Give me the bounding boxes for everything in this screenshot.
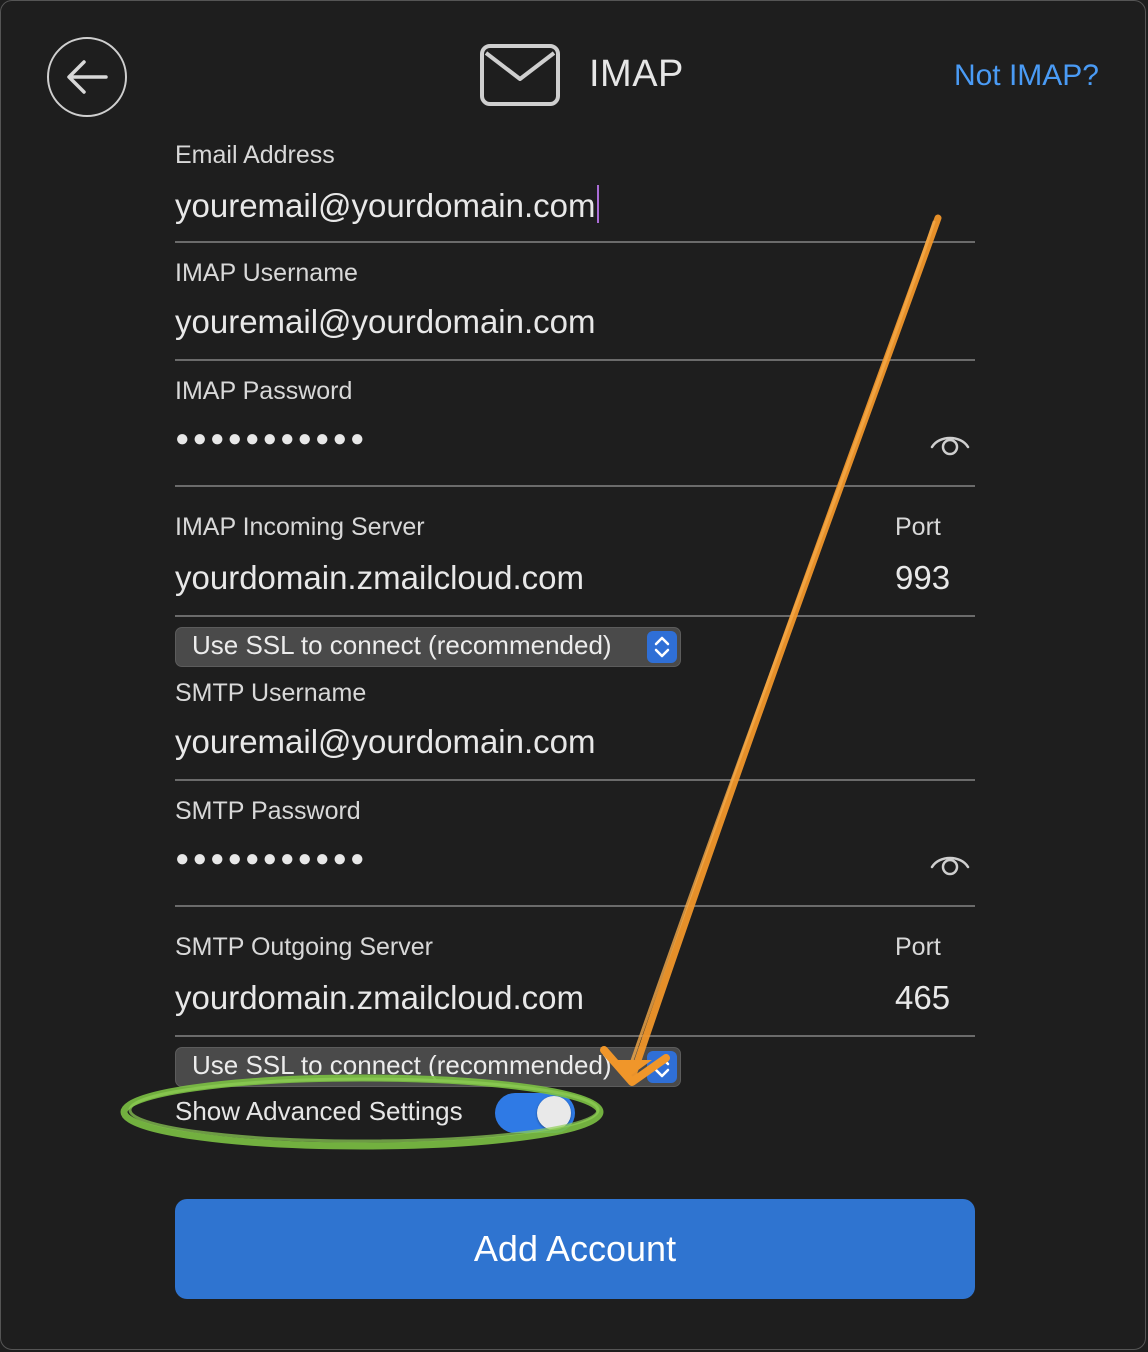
imap-ssl-select[interactable]: Use SSL to connect (recommended) — [175, 627, 681, 667]
imap-port-input[interactable]: 993 — [895, 559, 950, 597]
imap-server-field[interactable]: IMAP Incoming Server yourdomain.zmailclo… — [175, 509, 975, 617]
advanced-settings-label: Show Advanced Settings — [175, 1096, 463, 1126]
back-button[interactable] — [47, 37, 127, 117]
smtp-password-label: SMTP Password — [175, 797, 361, 825]
email-field[interactable]: Email Address youremail@yourdomain.com — [175, 137, 975, 243]
imap-username-label: IMAP Username — [175, 259, 358, 287]
page-title: IMAP — [589, 53, 684, 95]
imap-username-input[interactable]: youremail@yourdomain.com — [175, 303, 596, 341]
envelope-icon — [480, 44, 560, 106]
imap-ssl-stepper[interactable] — [647, 631, 677, 663]
arrow-left-icon — [67, 60, 108, 94]
smtp-server-input[interactable]: yourdomain.zmailcloud.com — [175, 979, 584, 1017]
chevron-up-down-icon — [654, 1056, 670, 1078]
text-caret — [596, 185, 599, 223]
smtp-password-input[interactable]: ●●●●●●●●●●● — [175, 845, 367, 873]
imap-username-field[interactable]: IMAP Username youremail@yourdomain.com — [175, 255, 975, 361]
advanced-settings-row: Show Advanced Settings — [175, 1091, 595, 1135]
email-label: Email Address — [175, 141, 335, 169]
smtp-server-field[interactable]: SMTP Outgoing Server yourdomain.zmailclo… — [175, 929, 975, 1037]
imap-password-label: IMAP Password — [175, 377, 353, 405]
imap-port-label: Port — [895, 513, 941, 541]
account-setup-window: IMAP Not IMAP? Email Address youremail@y… — [0, 0, 1146, 1350]
imap-server-input[interactable]: yourdomain.zmailcloud.com — [175, 559, 584, 597]
smtp-ssl-stepper[interactable] — [647, 1051, 677, 1083]
chevron-up-down-icon — [654, 636, 670, 658]
add-account-button[interactable]: Add Account — [175, 1199, 975, 1299]
toggle-knob — [537, 1096, 571, 1130]
email-value: youremail@yourdomain.com — [175, 187, 596, 224]
smtp-ssl-select[interactable]: Use SSL to connect (recommended) — [175, 1047, 681, 1087]
smtp-ssl-selected: Use SSL to connect (recommended) — [192, 1050, 612, 1080]
smtp-server-label: SMTP Outgoing Server — [175, 933, 433, 961]
imap-server-label: IMAP Incoming Server — [175, 513, 425, 541]
smtp-username-label: SMTP Username — [175, 679, 367, 707]
smtp-username-field[interactable]: SMTP Username youremail@yourdomain.com — [175, 675, 975, 781]
eye-icon[interactable] — [929, 431, 971, 457]
smtp-port-input[interactable]: 465 — [895, 979, 950, 1017]
email-input[interactable]: youremail@yourdomain.com — [175, 185, 599, 225]
advanced-settings-toggle[interactable] — [495, 1093, 575, 1133]
smtp-username-input[interactable]: youremail@yourdomain.com — [175, 723, 596, 761]
smtp-password-field[interactable]: SMTP Password ●●●●●●●●●●● — [175, 793, 975, 907]
eye-icon[interactable] — [929, 851, 971, 877]
imap-password-field[interactable]: IMAP Password ●●●●●●●●●●● — [175, 373, 975, 487]
imap-ssl-selected: Use SSL to connect (recommended) — [192, 630, 612, 660]
smtp-port-label: Port — [895, 933, 941, 961]
not-imap-link[interactable]: Not IMAP? — [954, 59, 1099, 93]
imap-password-input[interactable]: ●●●●●●●●●●● — [175, 425, 367, 453]
